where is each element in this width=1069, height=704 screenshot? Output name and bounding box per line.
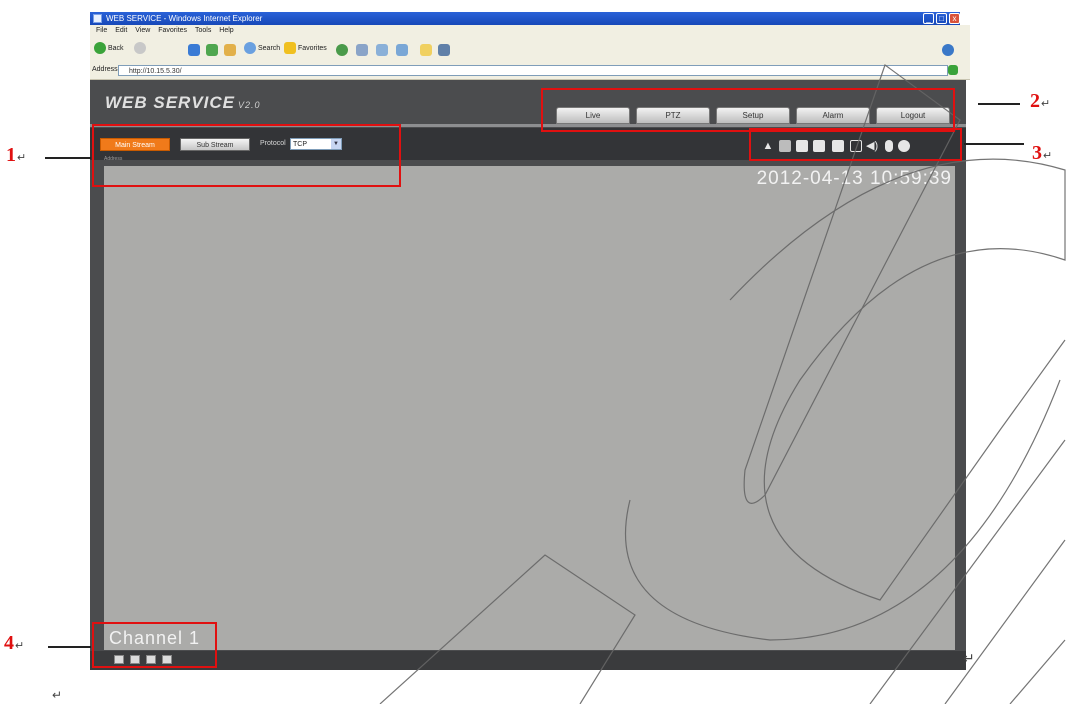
- watermark-stroke-3: [625, 379, 1061, 641]
- annotation-box-1: [92, 124, 401, 187]
- annotation-number-2: 2↵: [1030, 90, 1051, 112]
- annotation-number-1: 1↵: [6, 144, 27, 166]
- annotation-number-3: 3↵: [1032, 142, 1053, 164]
- annotation-box-4: [92, 622, 217, 668]
- annotation-box-3: [749, 128, 962, 161]
- leader-line-1: [45, 157, 91, 159]
- watermark-stroke-7: [1009, 639, 1066, 704]
- annotation-number-4: 4↵: [4, 632, 25, 654]
- leader-line-3: [964, 143, 1024, 145]
- watermark-stroke-6: [944, 539, 1066, 704]
- paragraph-mark: ↵: [963, 650, 975, 666]
- leader-line-2: [978, 103, 1020, 105]
- paragraph-mark: ↵: [52, 688, 63, 702]
- leader-line-4: [48, 646, 91, 648]
- watermark-stroke-4: [379, 554, 636, 704]
- annotation-box-2: [541, 88, 955, 132]
- watermark-stroke-2: [729, 158, 1066, 601]
